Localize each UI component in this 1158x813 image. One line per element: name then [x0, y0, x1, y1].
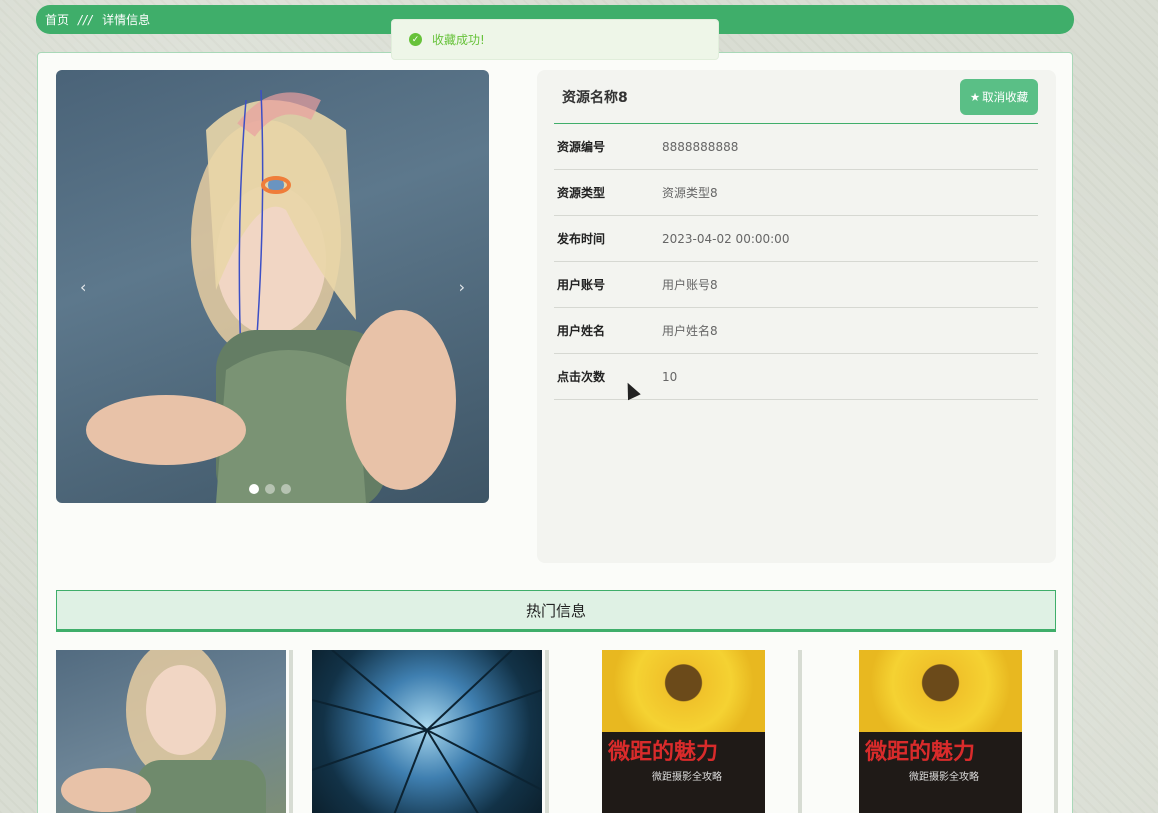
breadcrumb-current: 详情信息 — [102, 13, 151, 27]
carousel-image — [86, 89, 456, 503]
hot-item-image[interactable] — [312, 650, 542, 813]
check-circle-icon: ✓ — [409, 33, 422, 46]
book-title: 微距的魅力 — [865, 739, 976, 765]
divider — [545, 650, 549, 813]
book-subtitle: 微距摄影全攻略 — [909, 772, 979, 783]
detail-card: ‹ › 资源名称8 ★ 取消收藏 资源编号 8888888888 资源类型 资源类型8… — [37, 52, 1073, 813]
detail-label: 资源类型 — [557, 186, 606, 200]
detail-value: 资源类型8 — [662, 186, 718, 200]
detail-row: 用户姓名 用户姓名8 — [554, 308, 1038, 354]
breadcrumb-home[interactable]: 首页 — [45, 11, 69, 28]
divider — [1054, 650, 1058, 813]
cancel-favorite-button[interactable]: ★ 取消收藏 — [960, 78, 1038, 115]
success-toast: ✓ 收藏成功! — [391, 19, 719, 60]
hot-item-photo — [312, 650, 542, 813]
cancel-favorite-label: 取消收藏 — [982, 89, 1029, 104]
detail-row: 资源编号 8888888888 — [554, 124, 1038, 170]
info-header: 资源名称8 ★ 取消收藏 — [554, 70, 1038, 124]
carousel-dot[interactable] — [249, 484, 259, 494]
detail-label: 发布时间 — [557, 232, 606, 246]
toast-message: 收藏成功! — [432, 33, 485, 47]
carousel-dot[interactable] — [265, 484, 275, 494]
detail-row: 发布时间 2023-04-02 00:00:00 — [554, 216, 1038, 262]
carousel-prev-button[interactable]: ‹ — [80, 277, 86, 296]
detail-value: 2023-04-02 00:00:00 — [662, 231, 790, 246]
star-icon: ★ — [969, 89, 981, 104]
detail-label: 用户姓名 — [557, 324, 606, 338]
hot-item-image[interactable]: 微距的魅力 微距摄影全攻略 — [602, 650, 765, 813]
hot-item-image[interactable] — [56, 650, 286, 813]
detail-rows: 资源编号 8888888888 资源类型 资源类型8 发布时间 2023-04-02 00… — [554, 124, 1038, 400]
hot-section-title: 热门信息 — [56, 590, 1056, 632]
detail-label: 资源编号 — [557, 140, 606, 154]
detail-row: 资源类型 资源类型8 — [554, 170, 1038, 216]
detail-value: 用户姓名8 — [662, 324, 718, 338]
book-title: 微距的魅力 — [608, 739, 719, 765]
info-panel: 资源名称8 ★ 取消收藏 资源编号 8888888888 资源类型 资源类型8 发布时间… — [537, 70, 1056, 563]
carousel-next-button[interactable]: › — [459, 277, 465, 296]
breadcrumb-separator: /// — [78, 12, 94, 27]
book-subtitle: 微距摄影全攻略 — [652, 772, 722, 783]
carousel-dot[interactable] — [281, 484, 291, 494]
sunflower-cover — [859, 650, 1022, 732]
detail-row: 用户账号 用户账号8 — [554, 262, 1038, 308]
detail-label: 点击次数 — [557, 370, 606, 384]
detail-value: 8888888888 — [662, 139, 739, 154]
hot-item-image[interactable]: 微距的魅力 微距摄影全攻略 — [859, 650, 1022, 813]
carousel-indicators — [249, 484, 291, 494]
detail-value: 用户账号8 — [662, 278, 718, 292]
resource-title: 资源名称8 — [562, 89, 628, 106]
divider — [289, 650, 293, 813]
divider — [798, 650, 802, 813]
image-carousel[interactable]: ‹ › — [56, 70, 489, 503]
hot-item-photo — [61, 650, 266, 813]
detail-label: 用户账号 — [557, 278, 606, 292]
sunflower-cover — [602, 650, 765, 732]
detail-value: 10 — [662, 369, 678, 384]
